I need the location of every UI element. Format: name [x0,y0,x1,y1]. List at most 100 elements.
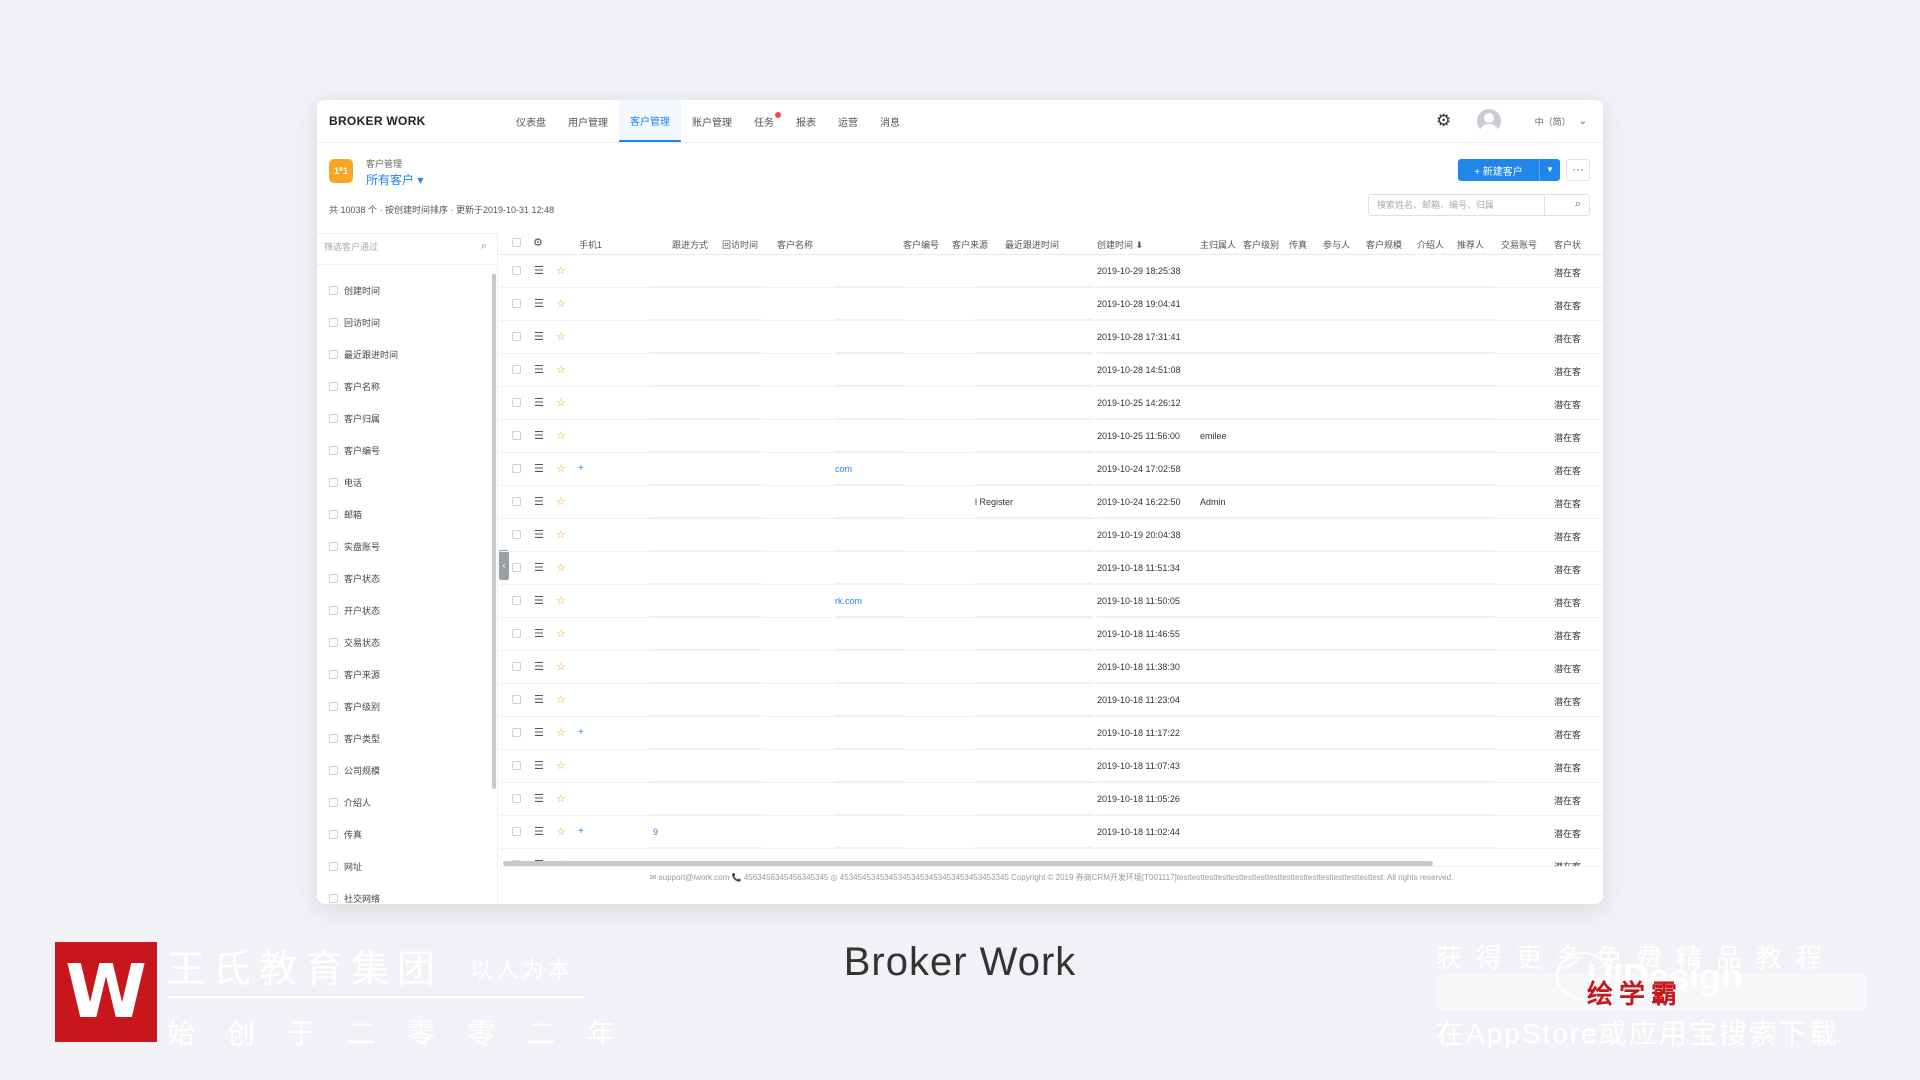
filter-item[interactable]: 实盘账号 [317,530,497,562]
filter-checkbox[interactable] [329,541,338,551]
filter-item[interactable]: 电话 [317,466,497,498]
menu-icon[interactable]: ☰ [534,825,544,838]
customer-name-cell[interactable]: com [835,464,852,474]
filter-item[interactable]: 邮箱 [317,498,497,530]
row-checkbox[interactable] [512,299,521,308]
row-checkbox[interactable] [512,662,521,671]
filter-checkbox[interactable] [329,285,338,295]
row-checkbox[interactable] [512,695,521,704]
filter-checkbox[interactable] [329,797,338,807]
search-icon[interactable]: ⌕ [481,240,487,253]
star-icon[interactable]: ☆ [556,561,566,574]
star-icon[interactable]: ☆ [556,726,566,739]
row-checkbox[interactable] [512,365,521,374]
star-icon[interactable]: ☆ [556,396,566,409]
row-checkbox[interactable] [512,266,521,275]
column-header[interactable]: 客户状 [1554,238,1581,251]
filter-item[interactable]: 回访时间 [317,306,497,338]
nav-item[interactable]: 客户管理 [619,100,681,142]
filter-checkbox[interactable] [329,733,338,743]
table-row[interactable]: ☰ ☆ 2019-10-28 14:51:08 潜在客 [500,354,1603,387]
table-row[interactable]: ☰ ☆ +2019-10-18 11:17:22 潜在客 [500,717,1603,750]
filter-checkbox[interactable] [329,477,338,487]
filter-checkbox[interactable] [329,509,338,519]
menu-icon[interactable]: ☰ [534,693,544,706]
plus-icon[interactable]: + [578,727,584,738]
filter-item[interactable]: 客户编号 [317,434,497,466]
column-header[interactable]: 创建时间 ⬇ [1097,238,1143,251]
row-checkbox[interactable] [512,332,521,341]
row-checkbox[interactable] [512,563,521,572]
star-icon[interactable]: ☆ [556,627,566,640]
menu-icon[interactable]: ☰ [534,759,544,772]
table-row[interactable]: ☰ ☆ 2019-10-25 14:26:12 潜在客 [500,387,1603,420]
nav-item[interactable]: 账户管理 [681,100,743,142]
column-header[interactable]: 手机1 [579,238,602,251]
table-row[interactable]: ☰ ☆ 2019-10-19 20:04:38 潜在客 [500,519,1603,552]
column-header[interactable]: 参与人 [1323,238,1350,251]
filter-checkbox[interactable] [329,317,338,327]
column-header[interactable]: 介绍人 [1417,238,1444,251]
table-row[interactable]: ☰ ☆ 2019-10-18 11:07:43 潜在客 [500,750,1603,783]
gear-icon[interactable]: ⚙ [1435,112,1453,130]
filter-item[interactable]: 最近跟进时间 [317,338,497,370]
table-row[interactable]: ☰ ☆ 2019-10-18 11:46:55 潜在客 [500,618,1603,651]
filter-checkbox[interactable] [329,765,338,775]
filter-checkbox[interactable] [329,893,338,903]
menu-icon[interactable]: ☰ [534,495,544,508]
menu-icon[interactable]: ☰ [534,792,544,805]
column-header[interactable]: 客户级别 [1243,238,1279,251]
table-row[interactable]: ☰ ☆ l Register 2019-10-24 16:22:50 Admin 潜在客 [500,486,1603,519]
filter-checkbox[interactable] [329,349,338,359]
brand-logo[interactable]: BROKER WORK [329,114,505,128]
filter-checkbox[interactable] [329,829,338,839]
filter-checkbox[interactable] [329,381,338,391]
menu-icon[interactable]: ☰ [534,429,544,442]
star-icon[interactable]: ☆ [556,528,566,541]
filter-item[interactable]: 传真 [317,818,497,850]
filter-item[interactable]: 客户名称 [317,370,497,402]
sidebar-scrollbar[interactable] [492,274,496,789]
table-row[interactable]: ☰ ☆ 2019-10-18 11:38:30 潜在客 [500,651,1603,684]
search-icon[interactable]: ⌕ [1575,198,1581,211]
row-checkbox[interactable] [512,794,521,803]
more-icon[interactable]: ··· [1566,159,1590,181]
table-row[interactable]: ☰ ☆ 2019-10-18 11:51:34 潜在客 [500,552,1603,585]
menu-icon[interactable]: ☰ [534,561,544,574]
filter-checkbox[interactable] [329,861,338,871]
column-header[interactable]: 推荐人 [1457,238,1484,251]
star-icon[interactable]: ☆ [556,462,566,475]
row-checkbox[interactable] [512,629,521,638]
filter-item[interactable]: 公司规模 [317,754,497,786]
column-settings-icon[interactable]: ⚙ [533,236,543,249]
plus-icon[interactable]: + [578,826,584,837]
menu-icon[interactable]: ☰ [534,396,544,409]
filter-item[interactable]: 客户归属 [317,402,497,434]
plus-icon[interactable]: + [578,463,584,474]
table-row[interactable]: ☰ ☆ + com 2019-10-24 17:02:58 潜在客 [500,453,1603,486]
column-header[interactable]: 跟进方式 [672,238,708,251]
select-all-checkbox[interactable] [512,238,521,247]
row-checkbox[interactable] [512,827,521,836]
row-checkbox[interactable] [512,497,521,506]
star-icon[interactable]: ☆ [556,363,566,376]
table-row[interactable]: ☰ ☆ 2019-10-25 11:56:00 emilee 潜在客 [500,420,1603,453]
filter-item[interactable]: 客户来源 [317,658,497,690]
star-icon[interactable]: ☆ [556,693,566,706]
avatar[interactable] [1476,109,1501,133]
menu-icon[interactable]: ☰ [534,297,544,310]
menu-icon[interactable]: ☰ [534,462,544,475]
nav-item[interactable]: 运营 [827,100,869,142]
row-checkbox[interactable] [512,464,521,473]
filter-item[interactable]: 开户状态 [317,594,497,626]
column-header[interactable]: 传真 [1289,238,1307,251]
menu-icon[interactable]: ☰ [534,660,544,673]
nav-item[interactable]: 任务 [743,100,785,142]
nav-item[interactable]: 用户管理 [557,100,619,142]
column-header[interactable]: 最近跟进时间 [1005,238,1059,251]
star-icon[interactable]: ☆ [556,495,566,508]
column-header[interactable]: 客户来源 [952,238,988,251]
filter-item[interactable]: 网址 [317,850,497,882]
filter-item[interactable]: 社交网络 [317,882,497,904]
star-icon[interactable]: ☆ [556,825,566,838]
